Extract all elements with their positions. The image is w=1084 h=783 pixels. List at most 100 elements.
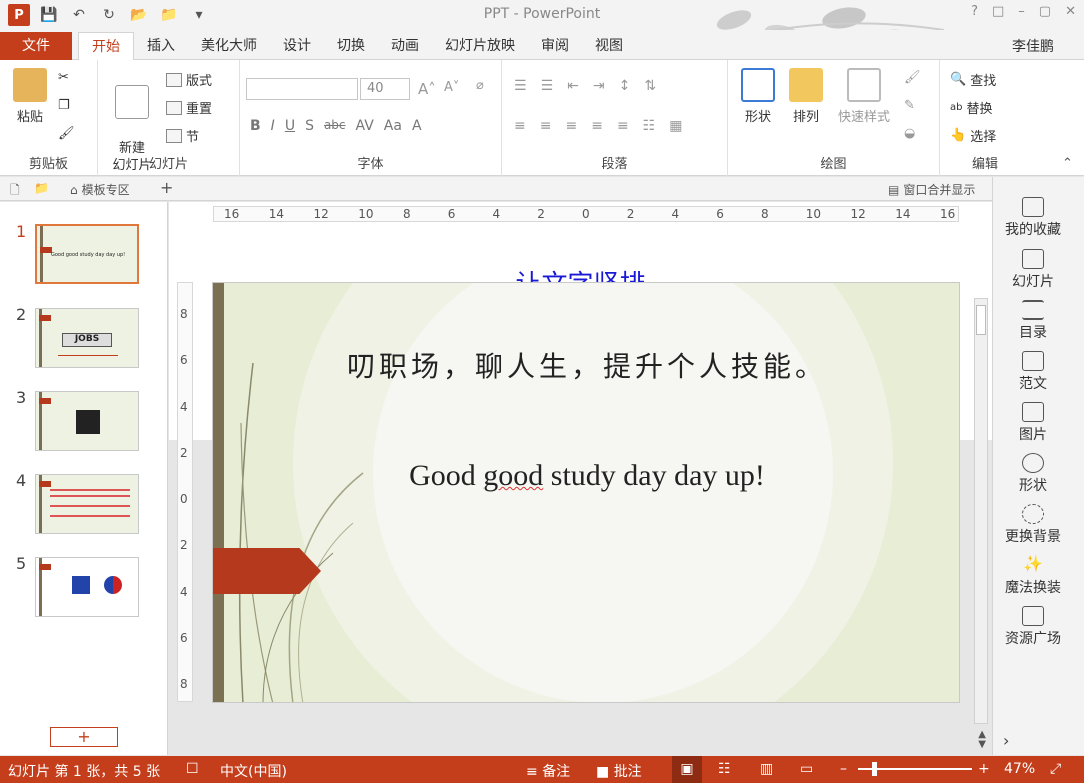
slide-sorter-icon[interactable]: ☷	[718, 761, 731, 777]
slide-thumbnail-2[interactable]: JOBS	[35, 308, 139, 368]
font-color-button[interactable]: A	[412, 118, 422, 134]
shadow-button[interactable]: S	[305, 118, 314, 134]
slide-text-line-2[interactable]: Good good study day day up!	[213, 459, 959, 493]
zoom-slider-knob[interactable]	[872, 762, 877, 776]
user-name[interactable]: 李佳鹏	[1012, 36, 1054, 56]
thumb-number: 3	[16, 388, 27, 407]
tab-view[interactable]: 视图	[582, 32, 636, 60]
shape-effects-icon[interactable]: ◒	[904, 126, 915, 141]
cut-icon[interactable]: ✂	[58, 70, 69, 85]
tab-animations[interactable]: 动画	[378, 32, 432, 60]
slide-thumbnail-5[interactable]	[35, 557, 139, 617]
reset-button[interactable]: 重置	[166, 98, 212, 117]
window-merge-button[interactable]: ▤ 窗口合并显示	[888, 181, 975, 198]
shape-fill-icon[interactable]: 🖌	[904, 70, 921, 85]
tab-slideshow[interactable]: 幻灯片放映	[432, 32, 528, 60]
ribbon-display-icon[interactable]: □	[992, 4, 1004, 19]
copy-icon[interactable]: ❐	[58, 98, 70, 113]
scrollbar-thumb[interactable]	[976, 305, 986, 335]
prev-next-slide-icon[interactable]: ▲ ▼	[978, 730, 986, 750]
paste-button[interactable]: 粘贴	[10, 68, 50, 125]
slide-text-line-1[interactable]: 叨职场，聊人生，提升个人技能。	[213, 345, 959, 385]
align-left-icon[interactable]: ≡	[514, 118, 526, 134]
clear-format-icon[interactable]: ⌀	[476, 78, 484, 93]
zoom-level[interactable]: 47%	[1004, 761, 1035, 777]
expand-pane-icon[interactable]: ›	[1003, 731, 1009, 750]
resource-square-button[interactable]: 资源广场	[993, 606, 1073, 648]
reading-view-icon[interactable]: ▥	[760, 761, 773, 777]
find-button[interactable]: 🔍 查找	[950, 70, 996, 89]
underline-button[interactable]: U	[285, 118, 295, 134]
change-background-button[interactable]: 更换背景	[993, 504, 1073, 546]
new-doc-icon[interactable]: 🗋	[10, 181, 20, 202]
normal-view-icon[interactable]: ▣	[672, 756, 702, 783]
align-right-icon[interactable]: ≡	[565, 118, 577, 134]
replace-button[interactable]: ab 替换	[950, 98, 993, 117]
smartart-icon[interactable]: ▦	[669, 118, 682, 134]
change-case-button[interactable]: Aa	[384, 118, 402, 134]
tab-transitions[interactable]: 切换	[324, 32, 378, 60]
spellcheck-icon[interactable]: ☐	[186, 761, 199, 777]
slide-canvas[interactable]: 叨职场，聊人生，提升个人技能。 Good good study day day …	[212, 282, 960, 703]
char-spacing-button[interactable]: AV	[356, 118, 374, 134]
shrink-font-icon[interactable]: A˅	[444, 80, 459, 95]
text-direction-icon[interactable]: ⇅	[644, 78, 656, 94]
help-icon[interactable]: ?	[971, 4, 978, 19]
sample-doc-button[interactable]: 范文	[993, 351, 1073, 393]
slideshow-view-icon[interactable]: ▭	[800, 761, 813, 777]
collapse-ribbon-icon[interactable]: ⌃	[1062, 156, 1073, 171]
close-icon[interactable]: ✕	[1065, 4, 1076, 19]
template-zone-tab[interactable]: ⌂ 模板专区	[70, 181, 130, 198]
tab-design[interactable]: 设计	[270, 32, 324, 60]
tab-beautify[interactable]: 美化大师	[188, 32, 270, 60]
add-tab-button[interactable]: +	[160, 178, 173, 197]
layout-button[interactable]: 版式	[166, 70, 212, 89]
format-painter-icon[interactable]: 🖌	[58, 126, 75, 141]
zoom-in-icon[interactable]: +	[978, 761, 990, 777]
comments-button[interactable]: ■ 批注	[596, 761, 642, 781]
open-doc-icon[interactable]: 📁	[34, 181, 49, 195]
arrange-button[interactable]: 排列	[786, 68, 826, 125]
columns-icon[interactable]: ☷	[643, 118, 656, 134]
quick-styles-button[interactable]: 快速样式	[832, 68, 896, 125]
notes-button[interactable]: ≡ 备注	[526, 761, 570, 781]
justify-icon[interactable]: ≡	[591, 118, 603, 134]
font-name-box[interactable]	[246, 78, 358, 100]
fit-slide-icon[interactable]: ⤢	[1050, 761, 1061, 777]
italic-button[interactable]: I	[271, 118, 275, 134]
font-size-box[interactable]: 40	[360, 78, 410, 100]
bold-button[interactable]: B	[250, 118, 261, 134]
shape-outline-icon[interactable]: ✎	[904, 98, 915, 113]
numbering-icon[interactable]: ☰	[541, 78, 554, 94]
zoom-out-icon[interactable]: –	[840, 761, 847, 777]
slide-thumbnail-1[interactable]: Good good study day day up!	[35, 224, 139, 284]
maximize-icon[interactable]: ▢	[1039, 4, 1051, 19]
section-button[interactable]: 节	[166, 126, 199, 145]
grow-font-icon[interactable]: A˄	[418, 80, 436, 98]
shapes-panel-button[interactable]: 形状	[993, 453, 1073, 495]
minimize-icon[interactable]: –	[1018, 4, 1025, 19]
vertical-scrollbar[interactable]	[974, 298, 988, 724]
shapes-button[interactable]: 形状	[736, 68, 780, 125]
tab-home[interactable]: 开始	[78, 32, 134, 61]
select-button[interactable]: 👆 选择	[950, 126, 996, 145]
increase-indent-icon[interactable]: ⇥	[593, 78, 605, 94]
slides-button[interactable]: 幻灯片	[993, 249, 1073, 291]
favorites-button[interactable]: 我的收藏	[993, 197, 1073, 239]
slide-thumbnail-4[interactable]	[35, 474, 139, 534]
tab-insert[interactable]: 插入	[134, 32, 188, 60]
line-spacing-icon[interactable]: ↕	[619, 78, 631, 94]
strikethrough-button[interactable]: abc	[324, 118, 346, 134]
bullets-icon[interactable]: ☰	[514, 78, 527, 94]
decrease-indent-icon[interactable]: ⇤	[567, 78, 579, 94]
tab-review[interactable]: 审阅	[528, 32, 582, 60]
language-status[interactable]: 中文(中国)	[220, 761, 287, 781]
tab-file[interactable]: 文件	[0, 32, 72, 60]
magic-outfit-button[interactable]: ✨ 魔法换装	[993, 555, 1073, 597]
slide-thumbnail-3[interactable]	[35, 391, 139, 451]
pictures-button[interactable]: 图片	[993, 402, 1073, 444]
distributed-icon[interactable]: ≡	[617, 118, 629, 134]
align-center-icon[interactable]: ≡	[540, 118, 552, 134]
add-slide-button[interactable]: +	[50, 727, 118, 747]
toc-button[interactable]: 目录	[993, 300, 1073, 342]
